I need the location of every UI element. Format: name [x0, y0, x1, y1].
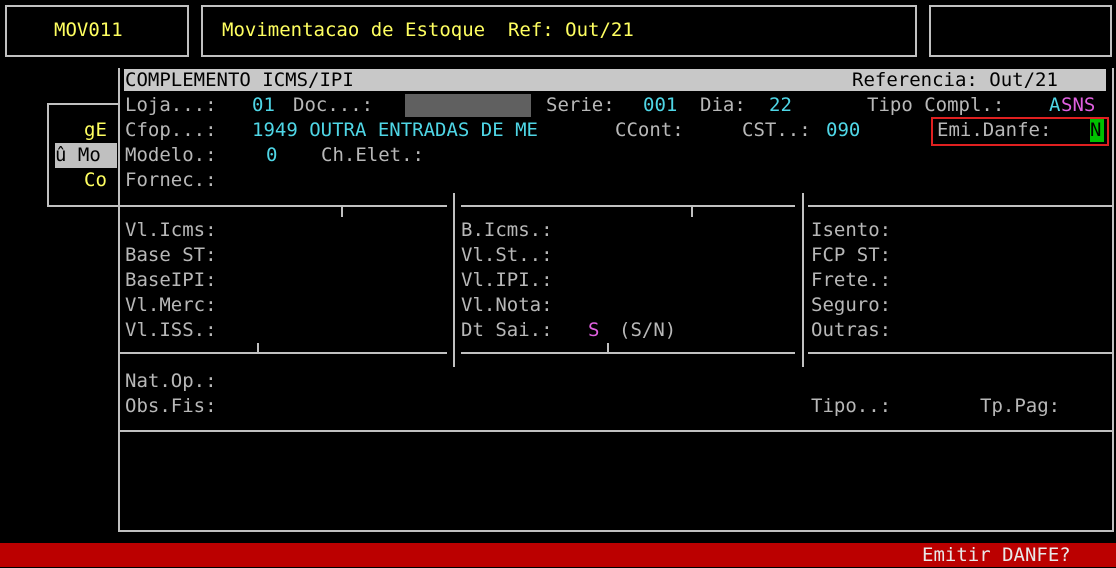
grid-top-line-3	[808, 205, 1112, 207]
fornec-label: Fornec.:	[125, 169, 217, 191]
footer-divider	[120, 430, 1112, 432]
dialog-title: COMPLEMENTO ICMS/IPI	[125, 69, 354, 91]
fcp-st-label: FCP ST:	[811, 244, 892, 266]
tipo-label: Tipo..:	[811, 395, 892, 417]
doc-input[interactable]	[405, 94, 531, 117]
grid-bottom-line-2	[461, 352, 795, 354]
b-icms-label: B.Icms.:	[461, 219, 553, 241]
base-ipi-label: BaseIPI:	[125, 269, 217, 291]
status-prompt: Emitir DANFE?	[922, 544, 1071, 566]
doc-label: Doc...:	[293, 94, 374, 116]
obs-fis-label: Obs.Fis:	[125, 395, 217, 417]
loja-label: Loja...:	[125, 94, 217, 116]
outras-label: Outras:	[811, 319, 892, 341]
tipo-compl-value-b[interactable]: SNS	[1061, 93, 1095, 118]
vl-merc-label: Vl.Merc:	[125, 294, 217, 316]
dia-value[interactable]: 22	[769, 93, 792, 118]
background-menu-item-1[interactable]: gE	[84, 118, 107, 143]
ccont-label: CCont:	[615, 119, 684, 141]
cfop-value[interactable]: 1949 OUTRA ENTRADAS DE ME	[252, 118, 538, 143]
background-menu-item-2[interactable]: û Mo	[55, 143, 117, 168]
grid-divider-2	[802, 193, 804, 367]
modelo-label: Modelo.:	[125, 144, 217, 166]
vl-iss-label: Vl.ISS.:	[125, 319, 217, 341]
modelo-value[interactable]: 0	[266, 143, 277, 168]
ch-elet-label: Ch.Elet.:	[321, 144, 424, 166]
serie-value[interactable]: 001	[643, 93, 677, 118]
grid-bottom-line-3	[808, 352, 1112, 354]
emi-danfe-label: Emi.Danfe:	[937, 119, 1052, 141]
dt-sai-hint: (S/N)	[619, 319, 677, 341]
isento-label: Isento:	[811, 219, 892, 241]
seguro-label: Seguro:	[811, 294, 892, 316]
vl-st-label: Vl.St..:	[461, 244, 553, 266]
grid-top-line-2	[461, 205, 795, 207]
nat-op-label: Nat.Op.:	[125, 370, 217, 392]
vl-icms-label: Vl.Icms:	[125, 219, 217, 241]
grid-bottom-line-1	[120, 352, 447, 354]
cfop-label: Cfop...:	[125, 119, 217, 141]
emi-danfe-input[interactable]: N	[1090, 119, 1104, 142]
grid-tick	[607, 343, 609, 353]
cst-value[interactable]: 090	[826, 118, 860, 143]
vl-ipi-label: Vl.IPI.:	[461, 269, 553, 291]
grid-top-line-1	[120, 205, 447, 207]
tipo-compl-value-a[interactable]: A	[1049, 93, 1060, 118]
base-st-label: Base ST:	[125, 244, 217, 266]
serie-label: Serie:	[546, 94, 615, 116]
program-code: MOV011	[54, 19, 123, 41]
cst-label: CST..:	[742, 119, 811, 141]
dt-sai-label: Dt Sai.:	[461, 319, 553, 341]
dialog-reference: Referencia: Out/21	[852, 69, 1058, 91]
loja-value[interactable]: 01	[252, 93, 275, 118]
vl-nota-label: Vl.Nota:	[461, 294, 553, 316]
frete-label: Frete.:	[811, 269, 892, 291]
grid-divider-1	[453, 193, 455, 367]
screen-title: Movimentacao de Estoque Ref: Out/21	[222, 19, 634, 41]
grid-tick	[691, 207, 693, 217]
right-header-box	[929, 5, 1112, 57]
tipo-compl-label: Tipo Compl.:	[867, 94, 1005, 116]
tp-pag-label: Tp.Pag:	[980, 395, 1061, 417]
grid-tick	[341, 207, 343, 217]
background-menu-item-3[interactable]: Co	[84, 168, 107, 193]
grid-tick	[257, 343, 259, 353]
dt-sai-value[interactable]: S	[588, 318, 599, 343]
dia-label: Dia:	[700, 94, 746, 116]
